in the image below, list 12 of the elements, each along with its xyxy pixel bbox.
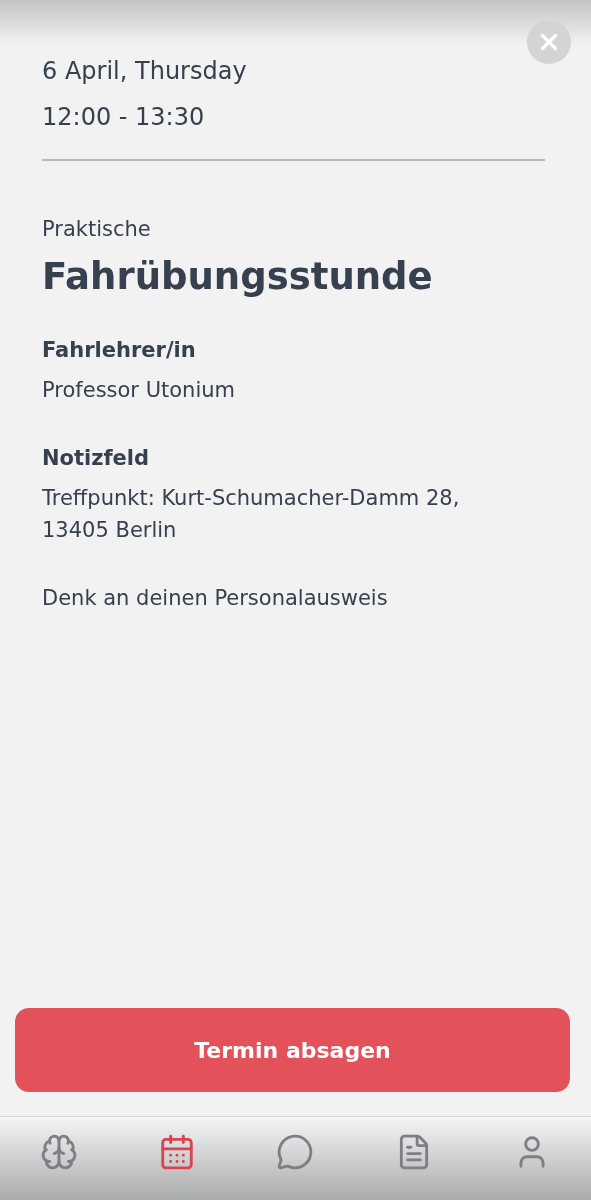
- section-text: Professor Utonium: [42, 377, 237, 404]
- cancel-appointment-button[interactable]: Termin absagen: [15, 1008, 570, 1092]
- event-type: Praktische: [42, 217, 152, 241]
- section-text: Denk an deinen Personalausweis: [42, 585, 389, 612]
- chat-icon[interactable]: [276, 1133, 315, 1171]
- event-title: Fahrübungsstunde: [42, 255, 434, 298]
- section-text: Treffpunkt: Kurt-Schumacher-Damm 28, 13405 Berlin: [42, 485, 461, 544]
- section-heading: Notizfeld: [42, 446, 151, 470]
- event-date: 6 April, Thursday: [42, 57, 248, 85]
- section-heading: Fahrlehrer/in: [42, 338, 197, 362]
- brain-icon[interactable]: [40, 1133, 79, 1171]
- event-time: 12:00 - 13:30: [42, 103, 206, 131]
